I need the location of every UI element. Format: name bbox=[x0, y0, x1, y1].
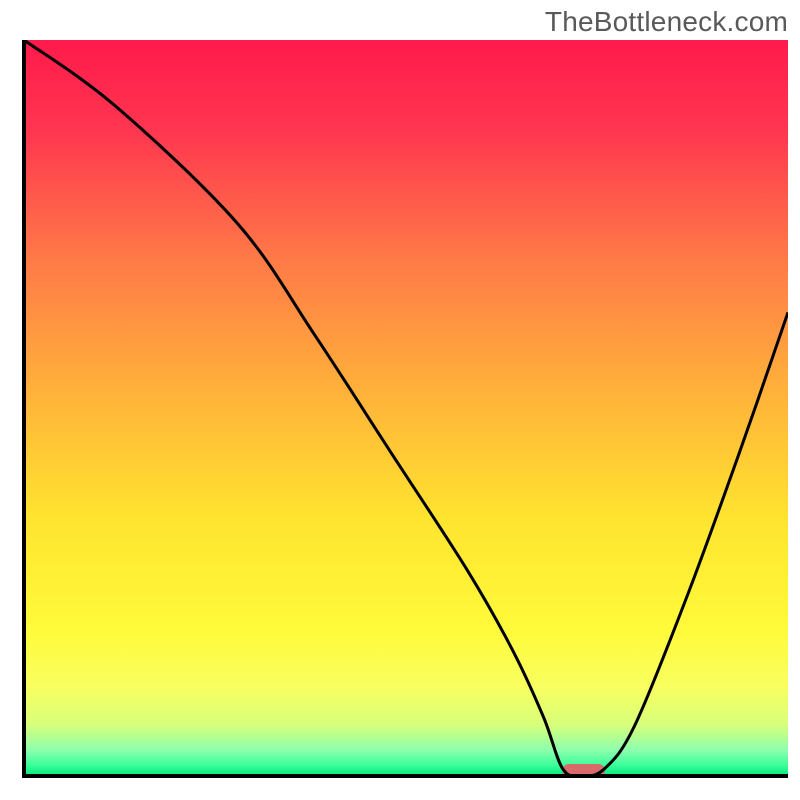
watermark-text: TheBottleneck.com bbox=[545, 6, 788, 38]
chart-svg bbox=[0, 0, 800, 800]
bottleneck-chart: TheBottleneck.com bbox=[0, 0, 800, 800]
gradient-background bbox=[24, 40, 788, 776]
